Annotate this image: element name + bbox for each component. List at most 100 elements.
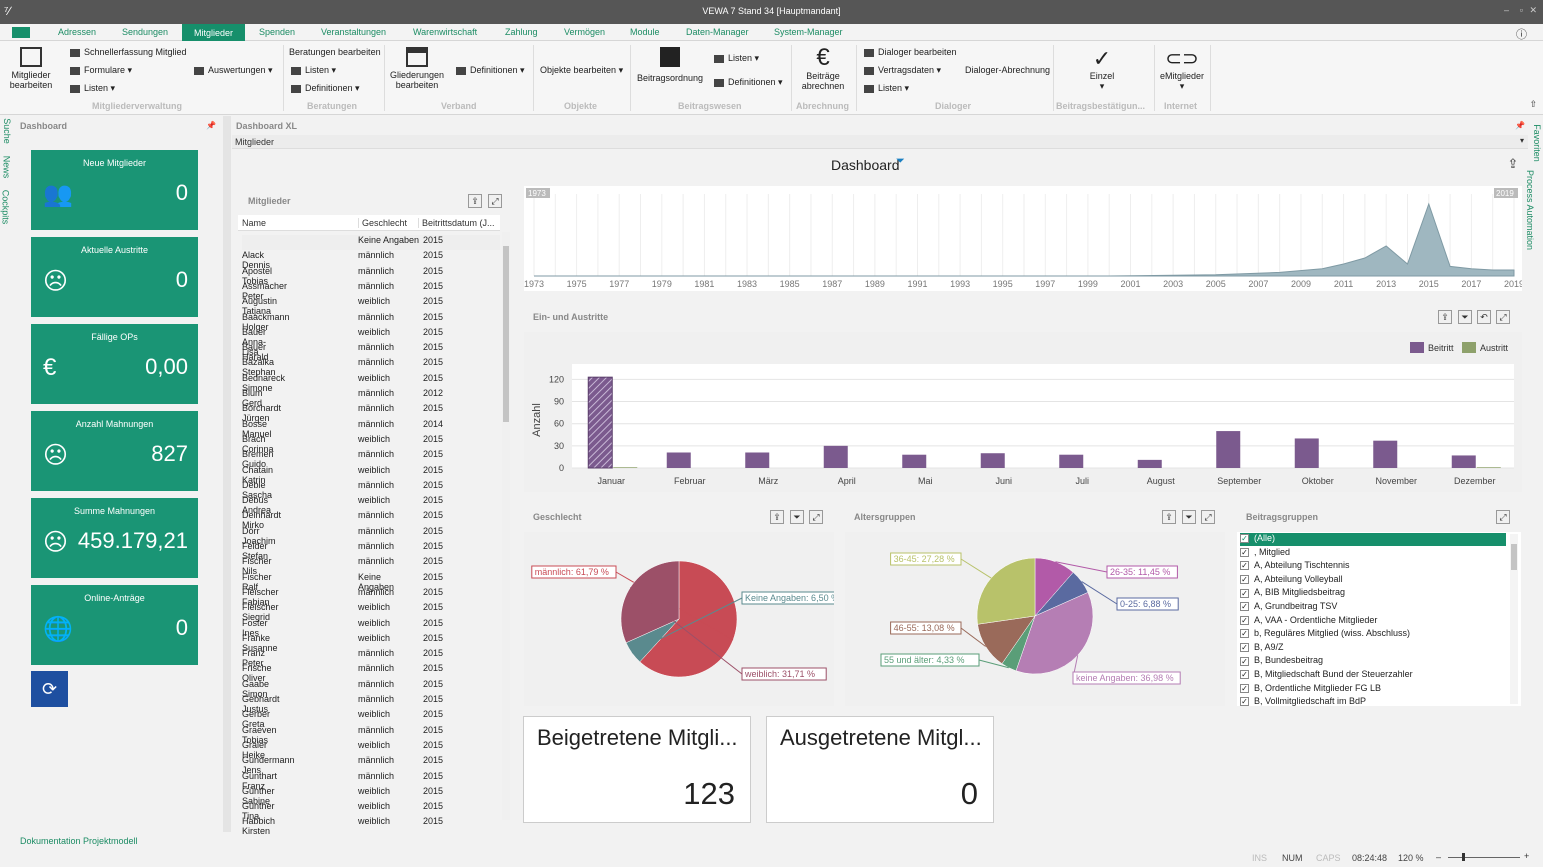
export-icon[interactable]: ⇪ bbox=[1506, 157, 1520, 172]
bar-beitritt-2[interactable] bbox=[745, 452, 770, 468]
checkbox[interactable]: ✓ bbox=[1240, 629, 1249, 639]
tile-aktuelle-austritte[interactable]: Aktuelle Austritte ☹ 0 bbox=[31, 237, 198, 317]
gliederungen-button[interactable]: Gliederungen bearbeiten bbox=[388, 47, 446, 90]
bar-beitritt-8[interactable] bbox=[1216, 431, 1241, 468]
checkbox[interactable]: ✓ bbox=[1240, 574, 1249, 584]
right-tab-process-automation[interactable]: Process Automation bbox=[1525, 170, 1535, 250]
listen-button-2[interactable]: Listen ▾ bbox=[291, 65, 336, 76]
zoom-slider[interactable]: – + bbox=[1436, 851, 1532, 862]
auswertungen-button[interactable]: Auswertungen ▾ bbox=[194, 65, 273, 76]
list-item[interactable]: ✓ B, Vollmitgliedschaft im BdP bbox=[1240, 696, 1366, 706]
dashboard-filter-dropdown[interactable]: Mitglieder ▾ bbox=[232, 135, 1528, 149]
scrollbar[interactable] bbox=[502, 232, 510, 820]
checkbox[interactable]: ✓ bbox=[1240, 561, 1249, 571]
bar-beitritt-9[interactable] bbox=[1294, 438, 1319, 468]
bar-beitritt-5[interactable] bbox=[980, 453, 1005, 468]
table-row[interactable]: Keine Angaben 2015 bbox=[242, 235, 500, 250]
bar-austritt-11[interactable] bbox=[1476, 467, 1501, 468]
checkbox[interactable]: ✓ bbox=[1240, 547, 1249, 557]
list-item[interactable]: ✓ A, VAA - Ordentliche Mitglieder bbox=[1240, 615, 1377, 628]
filter-icon[interactable]: ⏷ bbox=[1458, 310, 1472, 324]
pin-icon[interactable]: 📌 bbox=[206, 121, 216, 130]
menu-sendungen[interactable]: Sendungen bbox=[122, 27, 168, 37]
bar-beitritt-6[interactable] bbox=[1059, 454, 1084, 468]
menu-warenwirtschaft[interactable]: Warenwirtschaft bbox=[413, 27, 477, 37]
checkbox[interactable]: ✓ bbox=[1240, 670, 1249, 680]
undo-icon[interactable]: ↶ bbox=[1477, 310, 1491, 324]
list-item[interactable]: ✓ A, Grundbeitrag TSV bbox=[1240, 601, 1337, 614]
dialoger-bearbeiten-button[interactable]: Dialoger bearbeiten bbox=[864, 47, 957, 57]
side-tab-cockpits[interactable]: Cockpits bbox=[0, 190, 10, 225]
pie-slice-5[interactable] bbox=[976, 557, 1036, 625]
list-item[interactable]: ✓ b, Reguläres Mitglied (wiss. Abschluss) bbox=[1240, 628, 1410, 641]
mitglieder-bearbeiten-button[interactable]: Mitglieder bearbeiten bbox=[5, 47, 57, 90]
menu-module[interactable]: Module bbox=[630, 27, 660, 37]
column-beitrittsdatum[interactable]: Beitrittsdatum (J... bbox=[418, 218, 495, 228]
export-icon[interactable]: ⇪ bbox=[1438, 310, 1452, 324]
checkbox[interactable]: ✓ bbox=[1240, 602, 1249, 612]
splitter[interactable] bbox=[223, 116, 231, 832]
bar-beitritt-10[interactable] bbox=[1373, 440, 1398, 468]
dialoger-abrechnung-button[interactable]: Dialoger-Abrechnung bbox=[965, 65, 1050, 75]
close-icon[interactable]: ✕ bbox=[1529, 5, 1537, 16]
app-menu-icon[interactable] bbox=[12, 27, 30, 38]
tile-online-anträge[interactable]: Online-Anträge 🌐 0 bbox=[31, 585, 198, 665]
expand-icon[interactable]: ⤢ bbox=[1201, 510, 1215, 524]
beitraege-abrechnen-button[interactable]: € Beiträge abrechnen bbox=[796, 45, 850, 92]
menu-vermoegen[interactable]: Vermögen bbox=[564, 27, 605, 37]
checkbox[interactable]: ✓ bbox=[1240, 656, 1249, 666]
expand-icon[interactable]: ⤢ bbox=[1496, 510, 1510, 524]
objekte-bearbeiten-button[interactable]: Objekte bearbeiten ▾ bbox=[540, 65, 623, 76]
expand-icon[interactable]: ⤢ bbox=[1496, 310, 1510, 324]
expand-icon[interactable]: ⤢ bbox=[809, 510, 823, 524]
bar-beitritt-3[interactable] bbox=[823, 445, 848, 468]
checkbox[interactable]: ✓ bbox=[1240, 588, 1249, 598]
einzel-button[interactable]: ✓ Einzel ▾ bbox=[1080, 47, 1124, 92]
list-item[interactable]: ✓ B, Bundesbeitrag bbox=[1240, 655, 1323, 668]
bar-beitritt-0[interactable] bbox=[587, 376, 613, 469]
list-item[interactable]: ✓ B, A9/Z bbox=[1240, 642, 1284, 655]
list-item[interactable]: ✓, Mitglied bbox=[1240, 547, 1290, 560]
filter-icon[interactable]: ⏷ bbox=[1182, 510, 1196, 524]
list-item[interactable]: ✓ B, Mitgliedschaft Bund der Steuerzahler bbox=[1240, 669, 1413, 682]
formulare-button[interactable]: Formulare ▾ bbox=[70, 65, 132, 76]
menu-adressen[interactable]: Adressen bbox=[58, 27, 96, 37]
list-item[interactable]: ✓ (Alle) bbox=[1240, 533, 1506, 546]
filter-icon[interactable]: ⏷ bbox=[790, 510, 804, 524]
checkbox[interactable]: ✓ bbox=[1240, 642, 1249, 652]
collapse-ribbon-icon[interactable]: ⇧ bbox=[1529, 99, 1537, 110]
beratungen-bearbeiten-button[interactable]: Beratungen bearbeiten bbox=[289, 47, 381, 57]
column-name[interactable]: Name bbox=[242, 218, 266, 228]
list-item[interactable]: ✓ A, Abteilung Volleyball bbox=[1240, 574, 1343, 587]
tile-neue-mitglieder[interactable]: Neue Mitglieder 👥 0 bbox=[31, 150, 198, 230]
export-icon[interactable]: ⇪ bbox=[770, 510, 784, 524]
side-tab-news[interactable]: News bbox=[1, 156, 11, 179]
tile-fällige-ops[interactable]: Fällige OPs €0,00 bbox=[31, 324, 198, 404]
vertragsdaten-button[interactable]: Vertragsdaten ▾ bbox=[864, 65, 941, 76]
bar-beitritt-11[interactable] bbox=[1451, 455, 1476, 468]
filter-icon[interactable]: ⏷ bbox=[896, 155, 905, 168]
listen-button-7[interactable]: Listen ▾ bbox=[864, 83, 909, 94]
list-item[interactable]: ✓ A, BIB Mitgliedsbeitrag bbox=[1240, 587, 1345, 600]
emitglieder-button[interactable]: ⊂⊃ eMitglieder ▾ bbox=[1156, 47, 1208, 91]
tile-summe-mahnungen[interactable]: Summe Mahnungen ☹ 459.179,21 bbox=[31, 498, 198, 578]
listen-button-5[interactable]: Listen ▾ bbox=[714, 53, 759, 64]
bar-austritt-0[interactable] bbox=[613, 467, 638, 468]
menu-system-manager[interactable]: System-Manager bbox=[774, 27, 843, 37]
checkbox[interactable]: ✓ bbox=[1240, 615, 1249, 625]
beitragsordnung-button[interactable]: Beitragsordnung bbox=[636, 47, 704, 83]
listen-button-1[interactable]: Listen ▾ bbox=[70, 83, 115, 94]
scrollbar[interactable] bbox=[1510, 534, 1518, 704]
menu-veranstaltungen[interactable]: Veranstaltungen bbox=[321, 27, 386, 37]
definitionen-button-3[interactable]: Definitionen ▾ bbox=[456, 65, 525, 76]
checkbox[interactable]: ✓ bbox=[1240, 697, 1249, 706]
column-geschlecht[interactable]: Geschlecht bbox=[358, 218, 407, 228]
bar-beitritt-4[interactable] bbox=[902, 454, 927, 468]
pin-icon[interactable]: 📌 bbox=[1515, 121, 1525, 130]
schnellerfassung-button[interactable]: Schnellerfassung Mitglied bbox=[70, 47, 187, 57]
right-tab-favoriten[interactable]: Favoriten bbox=[1532, 124, 1542, 162]
bar-beitritt-7[interactable] bbox=[1137, 459, 1162, 468]
help-icon[interactable]: ⓘ bbox=[1516, 26, 1527, 42]
definitionen-button-5[interactable]: Definitionen ▾ bbox=[714, 77, 783, 88]
checkbox[interactable]: ✓ bbox=[1240, 534, 1249, 544]
